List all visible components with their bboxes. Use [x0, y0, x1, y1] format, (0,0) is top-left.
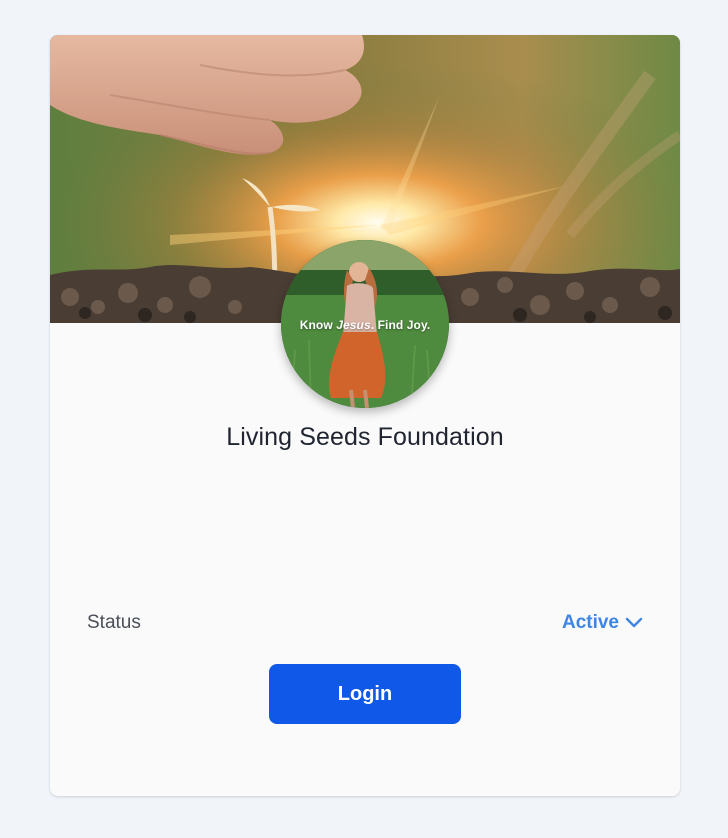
- avatar-caption: Know Jesus. Find Joy.: [281, 318, 449, 332]
- organization-avatar: Know Jesus. Find Joy.: [281, 240, 449, 408]
- status-value: Active: [561, 612, 619, 633]
- caption-text-1: Know: [299, 318, 337, 332]
- status-label: Status: [87, 612, 141, 633]
- login-button[interactable]: Login: [269, 664, 461, 724]
- status-row: Status Active: [87, 612, 643, 638]
- caption-text-italic: Jesus: [336, 318, 371, 332]
- caption-text-2: . Find Joy.: [370, 318, 431, 332]
- organization-name: Living Seeds Foundation: [226, 423, 504, 451]
- organization-card: Know Jesus. Find Joy. Living Seeds Found…: [50, 35, 680, 796]
- chevron-down-icon: [625, 617, 643, 629]
- status-dropdown[interactable]: Active: [562, 612, 643, 634]
